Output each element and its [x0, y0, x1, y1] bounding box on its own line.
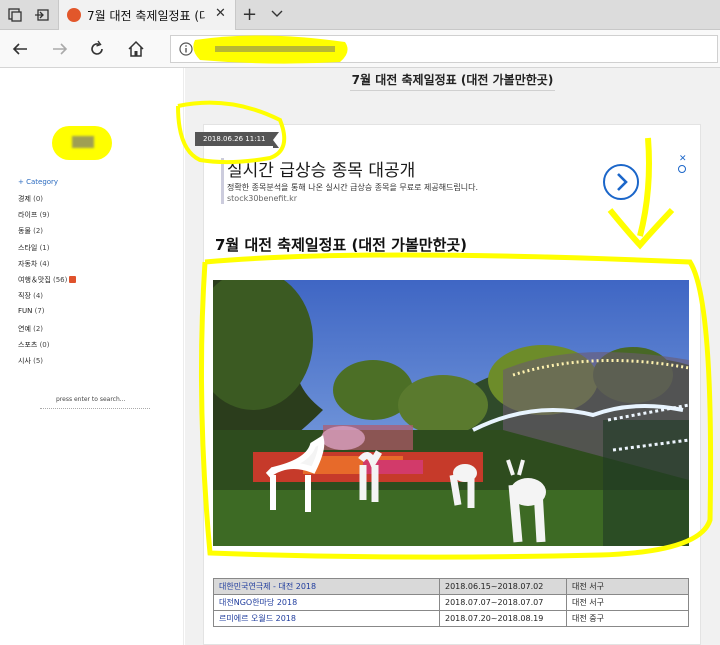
event-name-link[interactable]: 르미에르 오월드 2018 — [213, 610, 440, 627]
category-label: 직장 — [18, 292, 31, 301]
ad-open-button[interactable] — [603, 164, 639, 200]
category-item[interactable]: 연예 (2) — [18, 324, 76, 340]
blog-sidebar: + Category 경제 (0) 라이프 (9) 동물 (2) 스타일 (1) 자동차… — [0, 68, 184, 645]
ad-url[interactable]: stock30benefit.kr — [227, 194, 297, 203]
category-heading[interactable]: + Category — [18, 178, 58, 186]
event-date: 2018.06.15~2018.07.02 — [439, 578, 567, 595]
set-aside-tabs-icon[interactable] — [34, 7, 50, 23]
category-label: 자동차 — [18, 259, 38, 268]
title-divider — [350, 90, 555, 91]
category-label: 여행＆맛집 — [18, 275, 51, 284]
back-arrow-icon[interactable] — [10, 39, 30, 59]
search-hint[interactable]: press enter to search... — [56, 396, 126, 403]
tab-manager-icon[interactable] — [7, 7, 23, 23]
event-name-link[interactable]: 대전NGO한마당 2018 — [213, 594, 440, 611]
ad-title[interactable]: 실시간 급상승 종목 대공개 — [227, 156, 415, 181]
category-count: (1) — [39, 243, 50, 252]
category-label: 시사 — [18, 356, 31, 365]
page-title[interactable]: 7월 대전 축제일정표 (대전 가볼만한곳) — [185, 68, 720, 88]
tab-active[interactable]: 7월 대전 축제일정표 (대 ✕ — [58, 0, 236, 30]
category-item[interactable]: FUN (7) — [18, 307, 76, 323]
category-count: (4) — [33, 292, 44, 301]
event-date: 2018.07.07~2018.07.07 — [439, 594, 567, 611]
category-item[interactable]: 동물 (2) — [18, 226, 76, 242]
event-schedule-table: 대한민국연극제 - 대전 2018 2018.06.15~2018.07.02 대전… — [213, 578, 689, 627]
search-underline — [40, 408, 150, 409]
site-favicon-icon — [67, 8, 81, 22]
chevron-right-icon — [617, 173, 628, 191]
category-item[interactable]: 여행＆맛집 (56) — [18, 275, 77, 291]
event-name-link[interactable]: 대한민국연극제 - 대전 2018 — [213, 578, 440, 595]
category-item[interactable]: 자동차 (4) — [18, 259, 76, 275]
post-date-badge: 2018.06.26 11:11 — [195, 132, 281, 148]
forward-arrow-icon[interactable] — [50, 39, 70, 59]
post-title: 7월 대전 축제일정표 (대전 가볼만한곳) — [215, 236, 468, 254]
event-place: 대전 서구 — [566, 578, 689, 595]
category-label: 스포츠 — [18, 340, 38, 349]
category-item[interactable]: 스포츠 (0) — [18, 340, 76, 356]
category-label: 동물 — [18, 227, 31, 236]
category-count: (0) — [33, 195, 44, 203]
category-label: FUN — [18, 307, 33, 316]
site-info-icon[interactable] — [179, 42, 193, 56]
tab-bar: 7월 대전 축제일정표 (대 ✕ + — [0, 0, 720, 30]
table-row: 대한민국연극제 - 대전 2018 2018.06.15~2018.07.02 대전… — [213, 578, 689, 595]
category-count: (7) — [34, 307, 45, 316]
category-item[interactable]: 라이프 (9) — [18, 210, 76, 226]
ad-description: 정확한 종목분석을 통해 나온 실시간 급상승 종목을 무료로 제공해드립니다. — [227, 183, 479, 192]
tab-title: 7월 대전 축제일정표 (대 — [87, 9, 205, 23]
category-list: 경제 (0) 라이프 (9) 동물 (2) 스타일 (1) 자동차 (4) 여행＆맛집 (… — [18, 194, 77, 372]
ad-close-icon[interactable]: ✕ — [679, 154, 687, 164]
category-count: (0) — [39, 340, 50, 349]
new-tab-button[interactable]: + — [242, 4, 257, 25]
category-count: (4) — [39, 259, 50, 268]
tab-close-icon[interactable]: ✕ — [215, 6, 226, 21]
tab-preview-chevron-icon[interactable] — [270, 6, 284, 20]
ad-info-icon[interactable] — [678, 165, 686, 173]
category-label: 라이프 — [18, 211, 38, 220]
new-post-badge — [69, 276, 77, 284]
festival-night-photo — [213, 280, 689, 546]
category-count: (2) — [33, 324, 44, 333]
home-icon[interactable] — [126, 39, 146, 59]
category-label: 스타일 — [18, 243, 38, 252]
category-count: (2) — [33, 227, 44, 236]
ad-banner[interactable]: 실시간 급상승 종목 대공개 정확한 종목분석을 통해 나온 실시간 급상승 종… — [221, 156, 691, 204]
category-count: (5) — [33, 356, 44, 365]
event-date: 2018.07.20~2018.08.19 — [439, 610, 567, 627]
category-label: 연예 — [18, 324, 31, 333]
event-place: 대전 중구 — [566, 610, 689, 627]
category-item[interactable]: 직장 (4) — [18, 291, 76, 307]
navigation-bar — [0, 30, 720, 68]
address-bar[interactable] — [170, 35, 718, 63]
ad-accent-bar — [221, 158, 224, 204]
category-count: (56) — [53, 275, 68, 284]
main-content: 7월 대전 축제일정표 (대전 가볼만한곳) 2018.06.26 11:11 … — [185, 68, 720, 645]
category-item[interactable]: 시사 (5) — [18, 356, 76, 372]
browser-window: 7월 대전 축제일정표 (대 ✕ + + Category 경제 (0) 라이프 … — [0, 0, 720, 645]
event-place: 대전 서구 — [566, 594, 689, 611]
category-count: (9) — [39, 211, 50, 220]
category-label: 경제 — [18, 195, 31, 203]
table-row: 대전NGO한마당 2018 2018.07.07~2018.07.07 대전 서구 — [213, 594, 689, 611]
category-item[interactable]: 스타일 (1) — [18, 243, 76, 259]
refresh-icon[interactable] — [87, 39, 107, 59]
category-item[interactable]: 경제 (0) — [18, 194, 76, 210]
table-row: 르미에르 오월드 2018 2018.07.20~2018.08.19 대전 중구 — [213, 610, 689, 627]
redacted-blog-name — [52, 126, 112, 160]
